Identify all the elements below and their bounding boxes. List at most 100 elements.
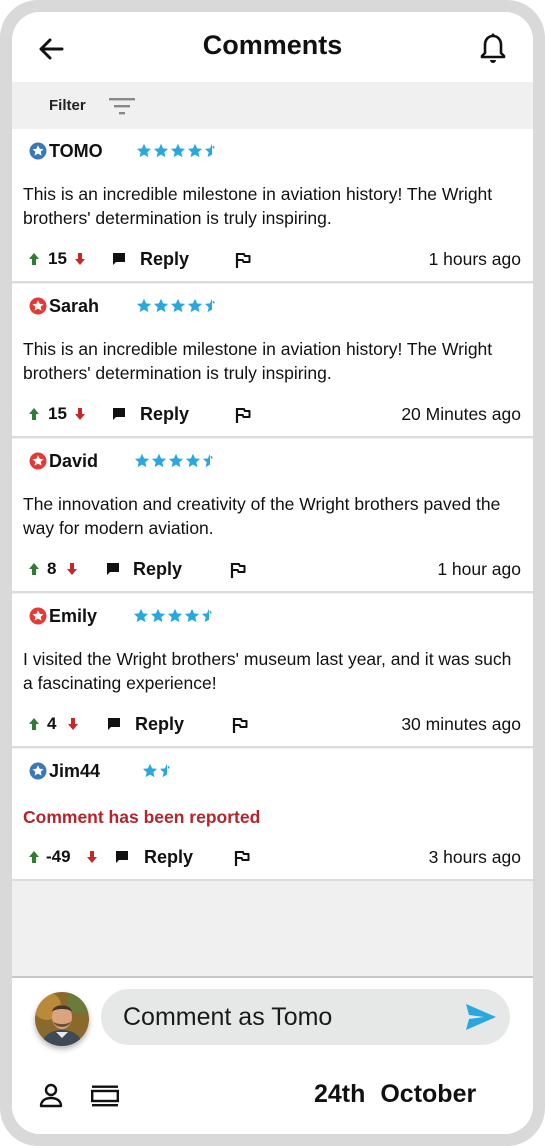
reply-button[interactable]: Reply <box>133 559 182 580</box>
notification-bell-icon[interactable] <box>478 32 508 64</box>
comment-input[interactable] <box>101 989 510 1045</box>
star-full-icon <box>142 763 158 778</box>
vote-score: 15 <box>48 404 67 423</box>
upvote-arrow-icon[interactable] <box>28 252 40 266</box>
star-full-icon <box>153 298 169 313</box>
star-full-icon <box>184 608 200 623</box>
rating-stars <box>136 143 220 159</box>
comment-composer: 24th October <box>12 976 533 1134</box>
rating-stars <box>134 453 218 469</box>
reported-notice: Comment has been reported <box>23 807 261 827</box>
comment-text: This is an incredible milestone in aviat… <box>23 184 493 228</box>
reply-bubble-icon[interactable] <box>107 717 121 731</box>
star-half-icon <box>204 298 215 313</box>
comment-card: David The innovation and creativity of t… <box>12 439 533 593</box>
star-full-icon <box>187 298 203 313</box>
upvote-arrow-icon[interactable] <box>28 717 40 731</box>
comment-actions: 4 Reply 30 minutes ago <box>12 712 533 738</box>
downvote-arrow-icon[interactable] <box>66 562 78 576</box>
star-full-icon <box>134 453 150 468</box>
report-flag-icon[interactable] <box>234 251 252 269</box>
comment-timestamp: 1 hour ago <box>437 559 521 579</box>
vote-score: 15 <box>48 249 67 268</box>
vote-score: 8 <box>47 559 57 578</box>
filter-label[interactable]: Filter <box>49 97 86 114</box>
star-full-icon <box>185 453 201 468</box>
upvote-arrow-icon[interactable] <box>28 562 40 576</box>
star-full-icon <box>168 453 184 468</box>
star-full-icon <box>170 143 186 158</box>
comment-username[interactable]: Emily <box>49 606 97 627</box>
vote-score: 4 <box>47 714 57 733</box>
app-header: Comments <box>12 12 533 82</box>
comment-actions: 15 Reply 1 hours ago <box>12 247 533 273</box>
star-half-icon <box>201 608 212 623</box>
app-screen: Comments Filter TOMO This is an incredib… <box>12 12 533 1134</box>
profile-icon[interactable] <box>38 1082 64 1108</box>
user-badge-icon <box>29 142 47 160</box>
comment-text: This is an incredible milestone in aviat… <box>23 339 493 383</box>
star-full-icon <box>153 143 169 158</box>
comment-timestamp: 1 hours ago <box>428 249 521 269</box>
comment-text: The innovation and creativity of the Wri… <box>23 494 501 538</box>
comment-card: Emily I visited the Wright brothers' mus… <box>12 594 533 748</box>
star-full-icon <box>170 298 186 313</box>
page-title: Comments <box>202 30 343 60</box>
reply-bubble-icon[interactable] <box>112 252 126 266</box>
comment-actions: 15 Reply 20 Minutes ago <box>12 402 533 428</box>
upvote-arrow-icon[interactable] <box>28 407 40 421</box>
user-badge-icon <box>29 762 47 780</box>
comment-timestamp: 30 minutes ago <box>401 714 521 734</box>
user-avatar[interactable] <box>35 992 89 1046</box>
upvote-arrow-icon[interactable] <box>28 850 40 864</box>
user-badge-icon <box>29 297 47 315</box>
star-half-icon <box>202 453 213 468</box>
reply-button[interactable]: Reply <box>135 714 184 735</box>
filter-bar: Filter <box>12 82 533 129</box>
comment-text: I visited the Wright brothers' museum la… <box>23 649 512 693</box>
comment-username[interactable]: Jim44 <box>49 761 100 782</box>
star-full-icon <box>151 453 167 468</box>
downvote-arrow-icon[interactable] <box>67 717 79 731</box>
report-flag-icon[interactable] <box>233 849 251 867</box>
star-full-icon <box>167 608 183 623</box>
reply-button[interactable]: Reply <box>140 404 189 425</box>
reply-button[interactable]: Reply <box>140 249 189 270</box>
comment-username[interactable]: TOMO <box>49 141 103 162</box>
star-full-icon <box>187 143 203 158</box>
comment-timestamp: 20 Minutes ago <box>401 404 521 424</box>
comment-username[interactable]: David <box>49 451 98 472</box>
filter-icon[interactable] <box>108 96 136 116</box>
report-flag-icon[interactable] <box>231 716 249 734</box>
report-flag-icon[interactable] <box>234 406 252 424</box>
rating-stars <box>136 298 220 314</box>
reply-bubble-icon[interactable] <box>112 407 126 421</box>
downvote-arrow-icon[interactable] <box>74 252 86 266</box>
user-badge-icon <box>29 607 47 625</box>
rating-stars <box>142 763 175 779</box>
star-full-icon <box>133 608 149 623</box>
downvote-arrow-icon[interactable] <box>74 407 86 421</box>
comment-card: TOMO This is an incredible milestone in … <box>12 129 533 283</box>
downvote-arrow-icon[interactable] <box>86 850 98 864</box>
reply-bubble-icon[interactable] <box>106 562 120 576</box>
rating-stars <box>133 608 217 624</box>
report-flag-icon[interactable] <box>229 561 247 579</box>
star-full-icon <box>150 608 166 623</box>
reply-bubble-icon[interactable] <box>115 850 129 864</box>
comment-card: Sarah This is an incredible milestone in… <box>12 284 533 438</box>
star-full-icon <box>136 143 152 158</box>
send-icon[interactable] <box>464 1002 498 1032</box>
reply-button[interactable]: Reply <box>144 847 193 868</box>
comment-actions: -49 Reply 3 hours ago <box>12 845 533 871</box>
date-label: 24th October <box>314 1080 477 1108</box>
feed-icon[interactable] <box>90 1084 120 1108</box>
device-frame: Comments Filter TOMO This is an incredib… <box>0 0 545 1146</box>
comment-timestamp: 3 hours ago <box>428 847 521 867</box>
vote-score: -49 <box>46 847 71 866</box>
star-half-icon <box>159 763 170 778</box>
comment-username[interactable]: Sarah <box>49 296 99 317</box>
comment-actions: 8 Reply 1 hour ago <box>12 557 533 583</box>
comment-card: Jim44 Comment has been reported -49 Repl… <box>12 749 533 881</box>
star-half-icon <box>204 143 215 158</box>
